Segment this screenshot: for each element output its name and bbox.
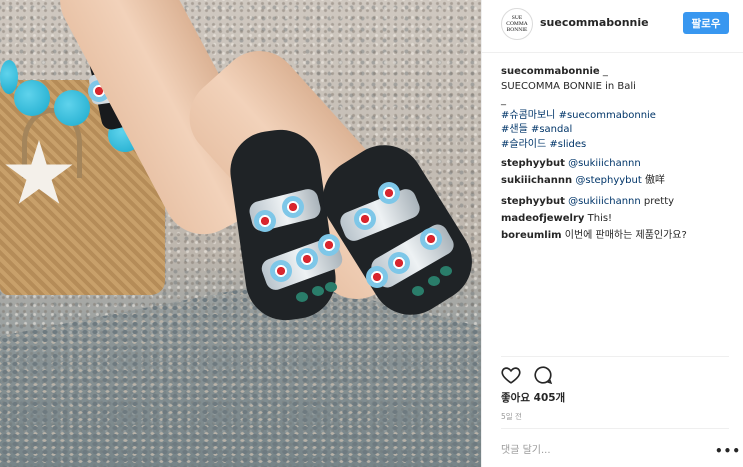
comment-icon[interactable]	[532, 364, 554, 386]
comment-item: stephyybut @sukiiichannn	[501, 157, 733, 172]
comment-item: stephyybut @sukiiichannn pretty	[501, 195, 733, 210]
comment-username[interactable]: stephyybut	[501, 158, 565, 169]
comment-text: pretty	[640, 195, 675, 207]
comment-item: madeofjewelry This!	[501, 212, 733, 227]
flower-ornament	[254, 210, 276, 232]
caption-line: SUECOMMA BONNIE in Bali	[501, 80, 636, 92]
comment-username[interactable]: stephyybut	[501, 196, 565, 207]
pompom	[14, 80, 50, 116]
toe	[412, 286, 424, 296]
post-detail-panel: SUE COMMA BONNIE suecommabonnie 팔로우 suec…	[481, 0, 743, 467]
caption-suffix: _	[599, 66, 608, 77]
comment-mention[interactable]: @stephyybut	[575, 175, 641, 186]
flower-ornament	[366, 266, 388, 288]
caption-line: _	[501, 95, 506, 106]
hashtag-link[interactable]: #slides	[549, 139, 586, 150]
comment-input[interactable]	[501, 442, 691, 458]
flower-ornament	[354, 208, 376, 230]
flower-ornament	[296, 248, 318, 270]
post-header: SUE COMMA BONNIE suecommabonnie 팔로우	[482, 0, 743, 53]
comment-text: 傲咩	[641, 175, 665, 186]
avatar[interactable]: SUE COMMA BONNIE	[501, 8, 533, 40]
pompom	[54, 90, 90, 126]
flower-ornament	[420, 228, 442, 250]
hashtag-link[interactable]: #suecommabonnie	[559, 110, 656, 121]
flower-ornament	[282, 196, 304, 218]
heart-icon[interactable]	[500, 364, 522, 386]
divider	[501, 356, 729, 357]
comment-text: 이번에 판매하는 제품인가요?	[564, 229, 687, 241]
pompom	[0, 60, 18, 94]
post-timestamp[interactable]: 5일 전	[501, 411, 522, 422]
caption-username[interactable]: suecommabonnie	[501, 66, 600, 77]
hashtag-link[interactable]: #슬라이드	[501, 139, 546, 150]
hashtag-line: #슬라이드 #slides	[501, 138, 733, 153]
divider	[501, 428, 729, 429]
comment-username[interactable]: boreumlim	[501, 230, 562, 241]
comment-username[interactable]: sukiiichannn	[501, 175, 572, 186]
toe	[325, 282, 337, 292]
hashtag-line: #샌들 #sandal	[501, 123, 733, 138]
avatar-text-line: BONNIE	[506, 27, 528, 33]
follow-button[interactable]: 팔로우	[683, 12, 729, 34]
hashtag-link[interactable]: #슈콤마보니	[501, 110, 555, 121]
toe	[296, 292, 308, 302]
hashtag-link[interactable]: #sandal	[531, 124, 572, 135]
hashtag-link[interactable]: #샌들	[501, 124, 528, 135]
comment-mention[interactable]: @sukiiichannn	[568, 158, 641, 169]
comment-username[interactable]: madeofjewelry	[501, 213, 584, 224]
post-photo[interactable]: SUECOMMABONNIE	[0, 0, 481, 467]
comment-item: sukiiichannn @stephyybut 傲咩	[501, 174, 733, 189]
flower-ornament	[318, 234, 340, 256]
toe	[312, 286, 324, 296]
caption: suecommabonnie _ SUECOMMA BONNIE in Bali…	[501, 65, 733, 152]
comment-mention[interactable]: @sukiiichannn	[568, 196, 641, 207]
flower-ornament	[270, 260, 292, 282]
toe	[440, 266, 452, 276]
comment-item: boreumlim 이번에 판매하는 제품인가요?	[501, 229, 733, 244]
more-options-icon[interactable]: •••	[715, 444, 741, 458]
comments-list: suecommabonnie _ SUECOMMA BONNIE in Bali…	[501, 65, 733, 243]
comment-text: This!	[587, 212, 613, 224]
toe	[428, 276, 440, 286]
likes-count[interactable]: 좋아요 405개	[501, 390, 565, 405]
hashtag-line: #슈콤마보니 #suecommabonnie	[501, 109, 733, 124]
flower-ornament	[388, 252, 410, 274]
flower-ornament	[378, 182, 400, 204]
post-username[interactable]: suecommabonnie	[540, 16, 649, 29]
